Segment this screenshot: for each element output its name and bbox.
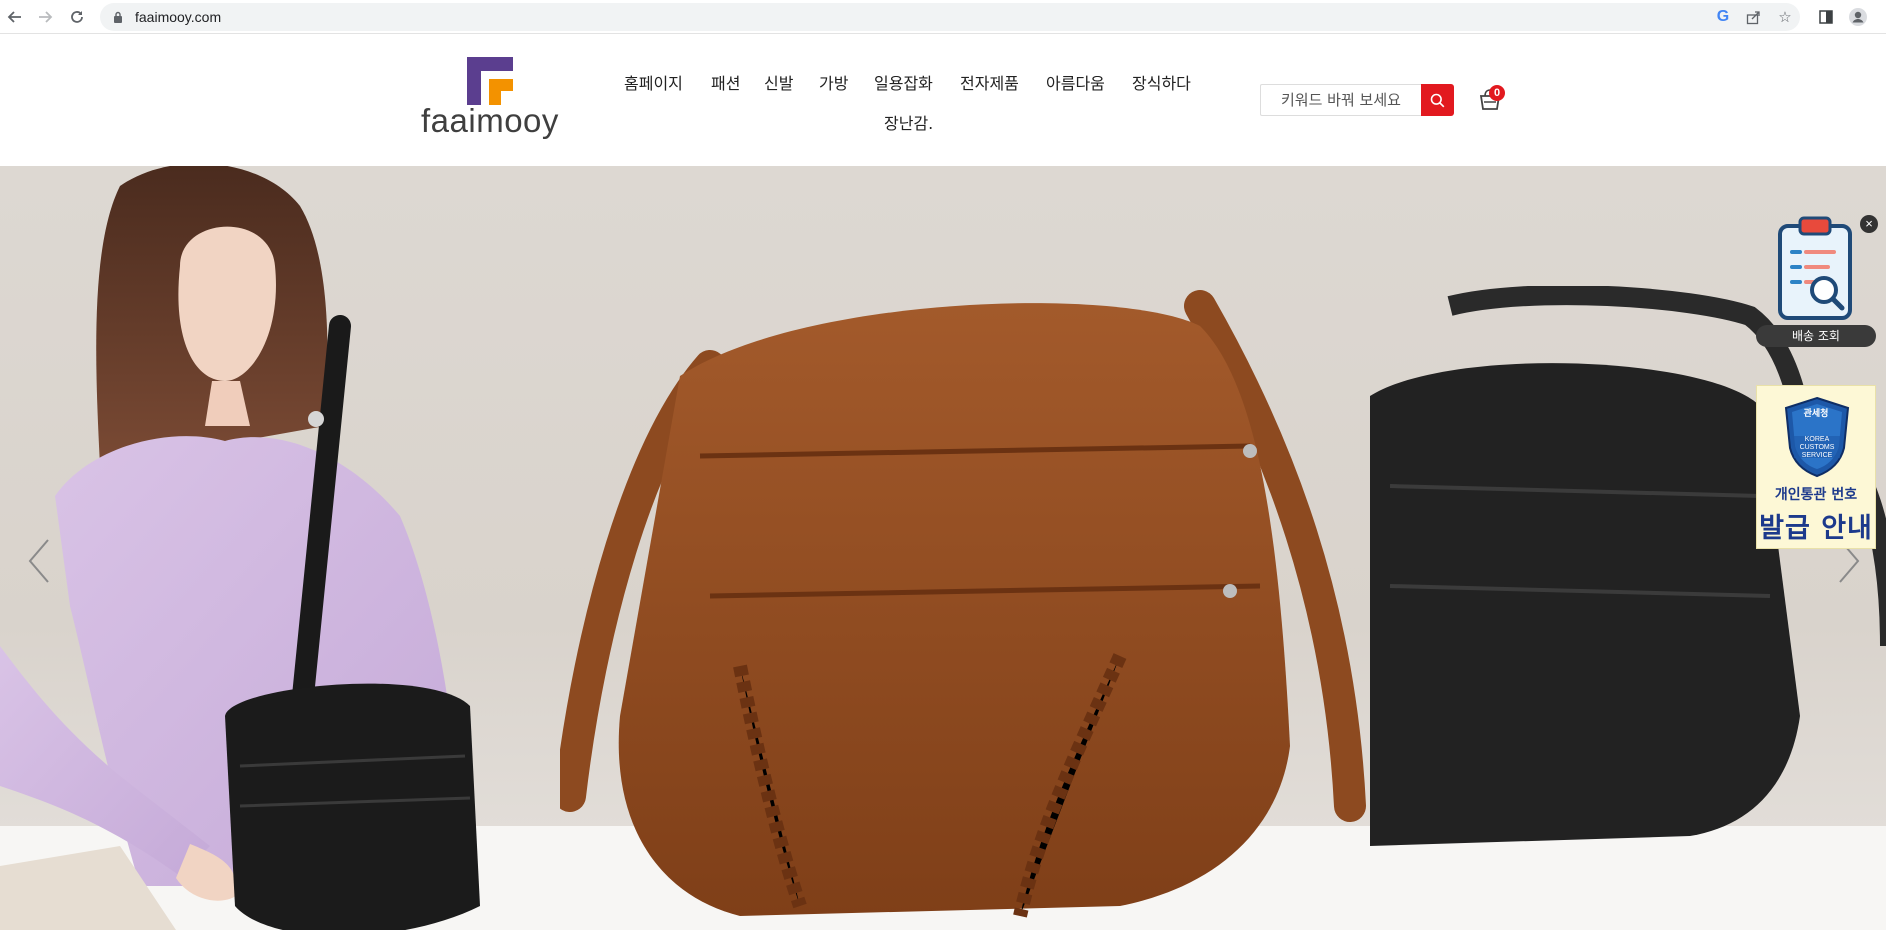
forward-arrow-icon[interactable] bbox=[34, 6, 56, 28]
customs-banner-line2: 발급 안내 bbox=[1759, 513, 1873, 544]
menu-item-bags[interactable]: 가방 bbox=[819, 70, 848, 94]
menu-item-home[interactable]: 홈페이지 bbox=[624, 70, 683, 94]
browser-toolbar: faaimooy.com G ☆ bbox=[0, 0, 1886, 34]
logo-mark-icon bbox=[467, 57, 513, 105]
hero-banner[interactable] bbox=[0, 166, 1886, 930]
share-icon[interactable] bbox=[1743, 8, 1763, 26]
address-bar[interactable]: faaimooy.com G ☆ bbox=[100, 3, 1800, 31]
side-panel-icon[interactable] bbox=[1814, 5, 1838, 29]
menu-item-toys[interactable]: 장난감. bbox=[884, 110, 933, 134]
menu-item-electronics[interactable]: 전자제품 bbox=[960, 70, 1019, 94]
reload-icon[interactable] bbox=[66, 6, 88, 28]
logo-text: faaimooy bbox=[421, 102, 559, 139]
customs-badge-subtitle: KOREA CUSTOMS SERVICE bbox=[1799, 436, 1835, 459]
customs-number-banner[interactable]: 관세청 KOREA CUSTOMS SERVICE 개인통관 번호 발급 안내 bbox=[1756, 385, 1876, 549]
brown-bag-photo bbox=[560, 290, 1366, 918]
profile-icon[interactable] bbox=[1846, 5, 1870, 29]
customs-banner-line1: 개인통관 번호 bbox=[1774, 487, 1858, 503]
menu-item-fashion[interactable]: 패션 bbox=[711, 70, 740, 94]
search-field[interactable] bbox=[1260, 84, 1422, 116]
star-icon[interactable]: ☆ bbox=[1775, 8, 1795, 26]
search-input[interactable] bbox=[1261, 85, 1422, 115]
google-icon[interactable]: G bbox=[1713, 8, 1733, 26]
cart-count-badge: 0 bbox=[1489, 85, 1505, 101]
close-widget-button[interactable]: × bbox=[1860, 215, 1878, 233]
menu-item-daily-goods[interactable]: 일용잡화 bbox=[874, 70, 933, 94]
search-button[interactable] bbox=[1421, 84, 1454, 116]
url-text[interactable]: faaimooy.com bbox=[135, 9, 221, 25]
slider-prev-arrow-icon[interactable] bbox=[24, 536, 58, 586]
site-header: faaimooy 홈페이지 패션 신발 가방 일용잡화 전자제품 아름다움 장식… bbox=[0, 35, 1886, 166]
lock-icon bbox=[114, 11, 122, 23]
menu-item-beauty[interactable]: 아름다움 bbox=[1046, 70, 1105, 94]
menu-item-shoes[interactable]: 신발 bbox=[764, 70, 793, 94]
customs-badge-title: 관세청 bbox=[1803, 409, 1829, 419]
back-arrow-icon[interactable] bbox=[4, 6, 26, 28]
search-icon bbox=[1430, 93, 1445, 107]
site-logo[interactable]: faaimooy bbox=[420, 55, 560, 155]
menu-item-decor[interactable]: 장식하다 bbox=[1132, 70, 1191, 94]
model-photo bbox=[0, 166, 480, 930]
delivery-tracking-label[interactable]: 배송 조회 bbox=[1756, 325, 1876, 347]
